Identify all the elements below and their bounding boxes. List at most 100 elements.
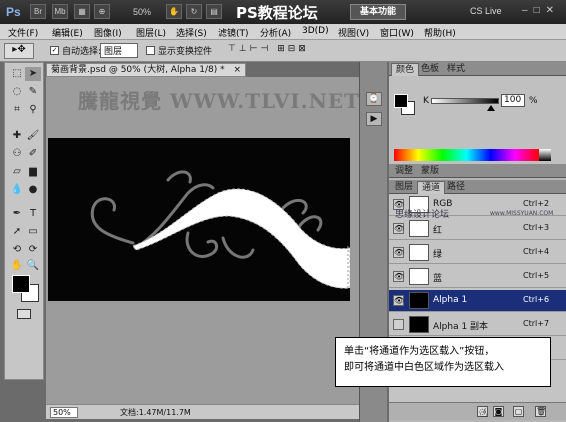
channel-shortcut: Ctrl+2 [523, 199, 550, 208]
eye-icon[interactable]: 👁 [393, 295, 404, 306]
gradient-tool-icon[interactable]: ▆ [25, 165, 41, 179]
menu-layer[interactable]: 图层(L) [136, 26, 166, 39]
marquee-tool-icon[interactable]: ⬚ [9, 67, 25, 81]
tab-channels[interactable]: 通道 [417, 181, 446, 194]
toolbox: ⬚ ➤ ◌ ✎ ⌗ ⚲ ✚ 🖌 ⚇ ✐ ▱ ▆ 💧 ● ✒ T ➚ ▭ ⟲ ⟳ … [4, 62, 44, 380]
hand-tool-icon[interactable]: ✋ [9, 259, 25, 273]
crop-tool-icon[interactable]: ⌗ [9, 103, 25, 117]
brush-tool-icon[interactable]: 🖌 [25, 129, 41, 143]
document-info[interactable]: 文档:1.47M/11.7M [120, 407, 191, 418]
channel-thumbnail [409, 244, 429, 261]
bridge-icon[interactable]: Br [30, 4, 46, 19]
quick-select-icon[interactable]: ✎ [25, 85, 41, 99]
tab-masks[interactable]: 蒙版 [417, 165, 443, 178]
channel-row[interactable]: Alpha 1 副本 Ctrl+7 [389, 314, 566, 336]
move-tool-preset-icon[interactable]: ▸✥ [4, 43, 34, 59]
quick-mask-icon[interactable] [17, 309, 31, 319]
tab-adjustments[interactable]: 调整 [391, 165, 417, 178]
zoom-tool-icon[interactable]: 🔍 [25, 259, 41, 273]
eye-icon[interactable] [393, 319, 404, 330]
hand-tool-icon[interactable]: ✋ [166, 4, 182, 19]
k-slider[interactable] [431, 98, 499, 104]
menu-view[interactable]: 视图(V) [338, 26, 369, 39]
document-tab[interactable]: 菊画背景.psd @ 50% (大树, Alpha 1/8) * × [46, 63, 246, 77]
eye-icon[interactable]: 👁 [393, 247, 404, 258]
extras-icon[interactable]: ▦ [74, 4, 90, 19]
adjustments-panel-tabs: 调整 蒙版 [389, 164, 566, 178]
eyedropper-icon[interactable]: ⚲ [25, 103, 41, 117]
channel-shortcut: Ctrl+6 [523, 295, 550, 304]
eraser-icon[interactable]: ▱ [9, 165, 25, 179]
3d-orbit-icon[interactable]: ⟳ [25, 243, 41, 257]
k-slider-thumb[interactable] [486, 105, 495, 111]
history-brush-icon[interactable]: ✐ [25, 147, 41, 161]
minibridge-icon[interactable]: Mb [52, 4, 68, 19]
color-spectrum-bar[interactable] [394, 149, 539, 161]
channel-row[interactable]: 👁 红 Ctrl+3 [389, 218, 566, 240]
history-panel-icon[interactable]: ⌚ [366, 92, 382, 106]
3d-rotate-icon[interactable]: ⟲ [9, 243, 25, 257]
menu-window[interactable]: 窗口(W) [380, 26, 414, 39]
show-transform-checkbox[interactable] [146, 46, 155, 55]
dodge-tool-icon[interactable]: ● [25, 183, 41, 197]
zoom-readout[interactable]: 50% [133, 7, 151, 17]
channel-row[interactable]: 👁 蓝 Ctrl+5 [389, 266, 566, 288]
menu-filter[interactable]: 滤镜(T) [218, 26, 249, 39]
auto-select-checkbox[interactable]: ✓ [50, 46, 59, 55]
path-select-icon[interactable]: ➚ [9, 225, 25, 239]
move-tool-icon[interactable]: ➤ [25, 67, 41, 81]
lasso-tool-icon[interactable]: ◌ [9, 85, 25, 99]
close-document-icon[interactable]: × [233, 64, 241, 76]
arrange-documents-icon[interactable]: ▤ [206, 4, 222, 19]
show-transform-label: 显示变换控件 [158, 47, 213, 57]
channel-shortcut: Ctrl+4 [523, 247, 550, 256]
eye-icon[interactable]: 👁 [393, 223, 404, 234]
actions-panel-icon[interactable]: ▶ [366, 112, 382, 126]
workspace-switcher-button[interactable]: 基本功能 [350, 4, 406, 20]
eye-icon[interactable]: 👁 [393, 271, 404, 282]
menu-help[interactable]: 帮助(H) [424, 26, 456, 39]
window-controls[interactable]: –□✕ [522, 5, 560, 16]
menu-edit[interactable]: 编辑(E) [52, 26, 83, 39]
channel-name: 蓝 [433, 274, 443, 284]
align-buttons[interactable]: ⊤⊥⊢⊣ ⊞⊟⊠ [228, 44, 309, 54]
options-bar: ▸✥ ✓ 自动选择: 图层 显示变换控件 ⊤⊥⊢⊣ ⊞⊟⊠ [0, 40, 566, 62]
save-selection-as-channel-button[interactable]: ◙ [493, 406, 504, 417]
channel-row[interactable]: 👁 Alpha 1 Ctrl+6 [389, 290, 566, 312]
zoom-field[interactable]: 50% [50, 407, 78, 418]
panel-foreground-swatch[interactable] [394, 94, 408, 108]
tab-paths[interactable]: 路径 [443, 181, 469, 194]
clone-stamp-icon[interactable]: ⚇ [9, 147, 25, 161]
pen-tool-icon[interactable]: ✒ [9, 207, 25, 221]
channel-row[interactable]: 👁 绿 Ctrl+4 [389, 242, 566, 264]
menu-3d[interactable]: 3D(D) [302, 26, 329, 36]
document-canvas[interactable] [48, 138, 350, 301]
status-bar: 50% 文档:1.47M/11.7M [46, 404, 359, 419]
tab-swatches[interactable]: 色板 [417, 63, 443, 76]
k-unit-label: % [529, 96, 538, 106]
shape-tool-icon[interactable]: ▭ [25, 225, 41, 239]
foreground-color-swatch[interactable] [12, 275, 30, 293]
blur-tool-icon[interactable]: 💧 [9, 183, 25, 197]
auto-select-dropdown[interactable]: 图层 [100, 43, 138, 58]
black-white-ramp[interactable] [539, 149, 551, 161]
new-channel-button[interactable]: ▢ [513, 406, 524, 417]
menu-file[interactable]: 文件(F) [8, 26, 38, 39]
delete-channel-icon[interactable]: 🗑 [535, 406, 546, 417]
rotate-view-icon[interactable]: ↻ [186, 4, 202, 19]
menu-select[interactable]: 选择(S) [176, 26, 207, 39]
type-tool-icon[interactable]: T [25, 207, 41, 221]
tab-layers[interactable]: 图层 [391, 181, 417, 194]
menu-image[interactable]: 图像(I) [94, 26, 122, 39]
document-title: 菊画背景.psd @ 50% (大树, Alpha 1/8) * [51, 65, 225, 75]
tab-styles[interactable]: 样式 [443, 63, 469, 76]
zoom-level-icon[interactable]: ⊕ [94, 4, 110, 19]
cs-live-button[interactable]: CS Live [470, 6, 502, 16]
healing-brush-icon[interactable]: ✚ [9, 129, 25, 143]
k-value-field[interactable]: 100 [501, 94, 525, 107]
callout-line-2: 即可将通道中白色区域作为选区载入 [344, 362, 504, 373]
menu-analysis[interactable]: 分析(A) [260, 26, 291, 39]
vine-curl-right2 [281, 198, 308, 215]
channels-footer: ◌ ◙ ▢ 🗑 [389, 402, 566, 420]
tab-color[interactable]: 颜色 [391, 63, 420, 76]
